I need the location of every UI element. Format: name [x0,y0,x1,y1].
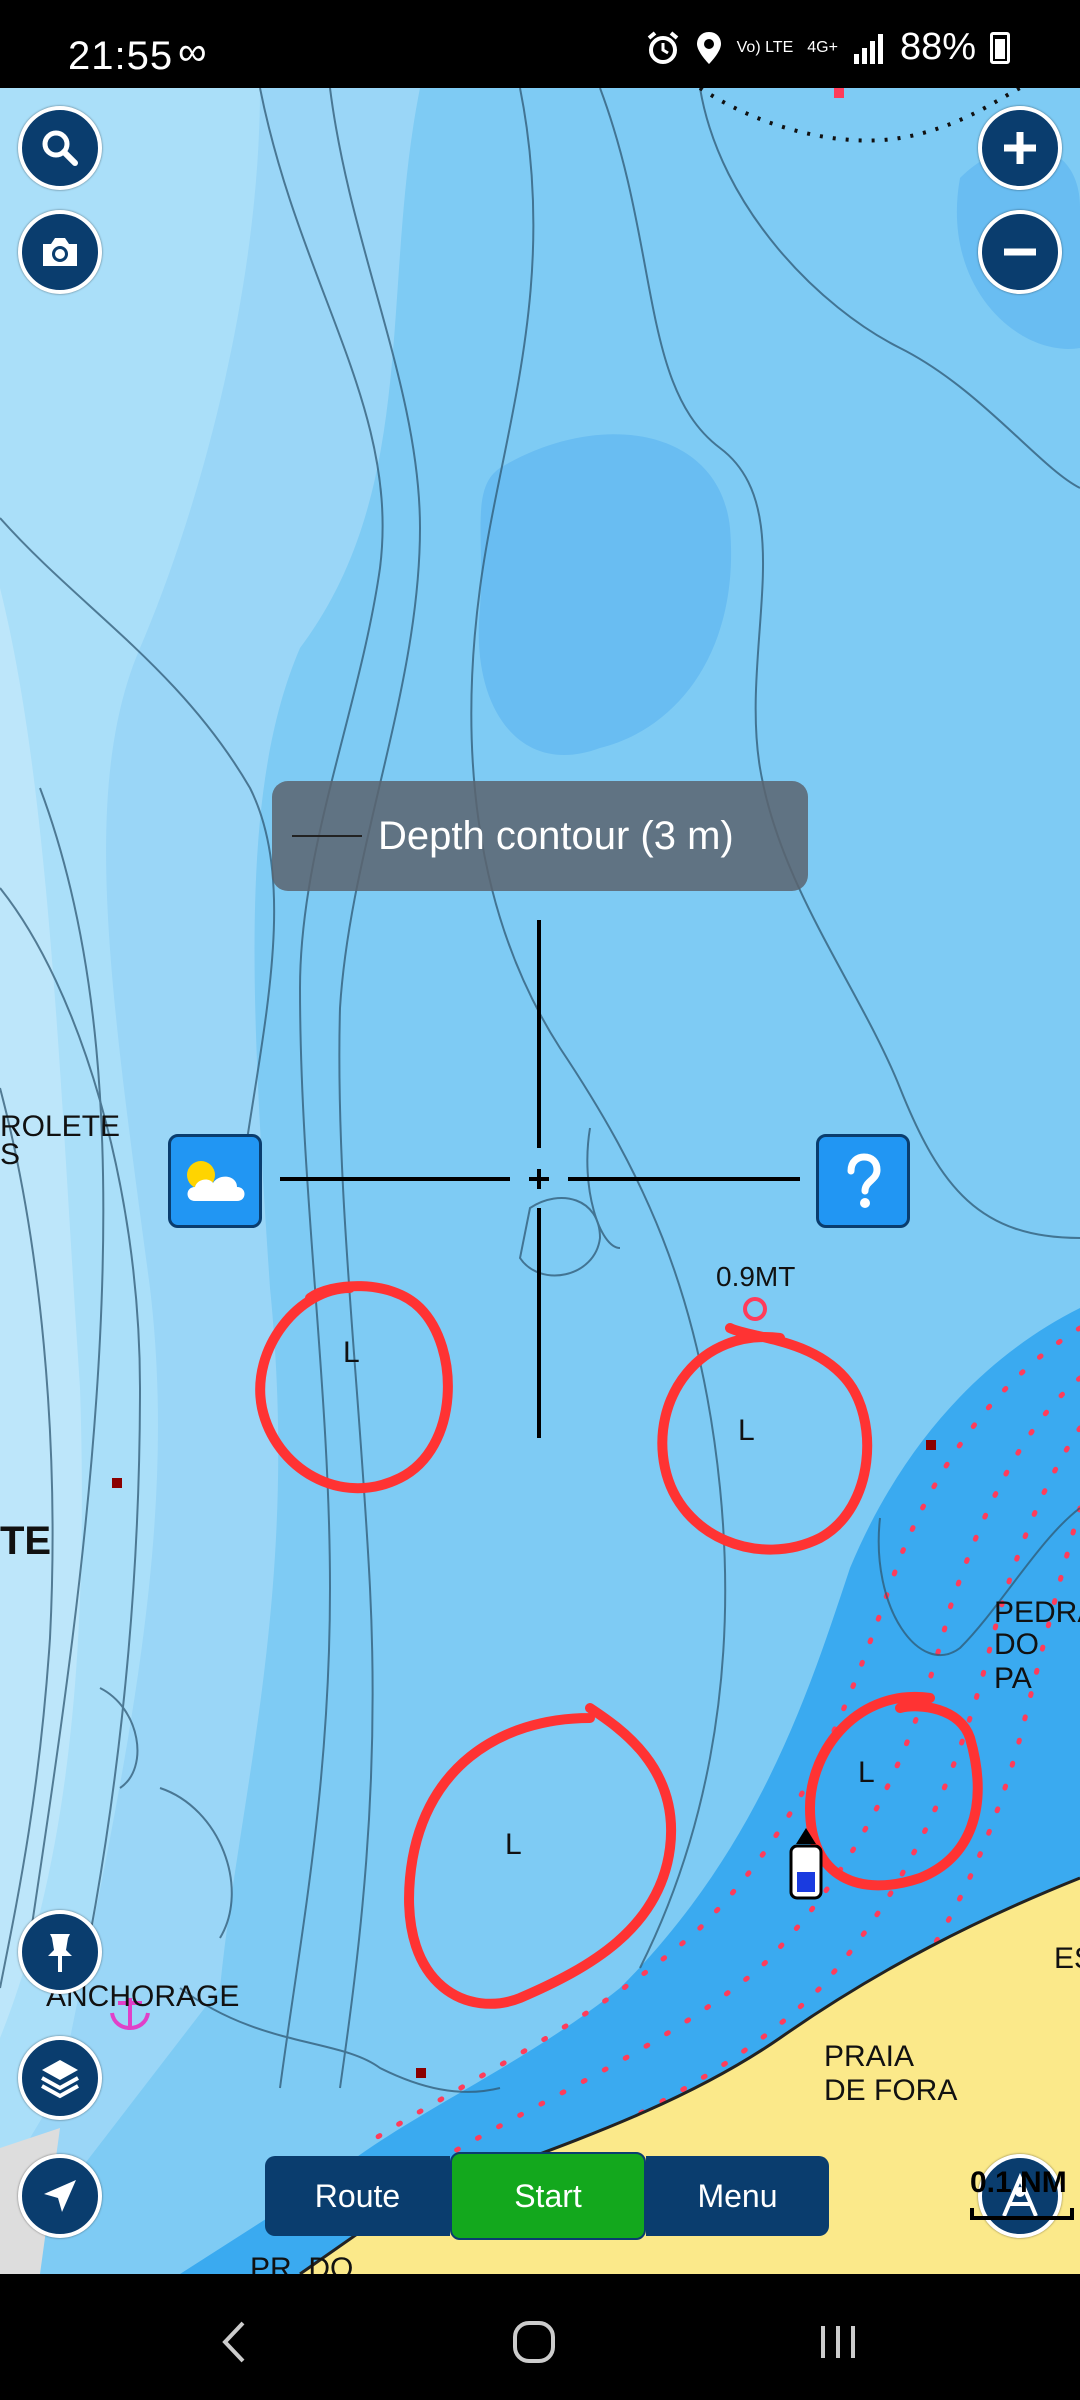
map-label-buoy: 0.9MT [716,1261,796,1292]
map-label-pr-do: PR. DO [250,2252,354,2274]
chart-background [0,88,1080,2274]
map-label-pedra: PEDRA [994,1596,1080,1629]
map-label-do-pa: DO PA [994,1628,1039,1695]
navigation-button[interactable] [18,2154,102,2238]
marker-button[interactable] [18,1910,102,1994]
map-label-l1: L [343,1336,360,1369]
weather-icon [187,1161,245,1201]
search-button[interactable] [18,106,102,190]
back-button[interactable] [204,2312,264,2372]
start-button[interactable]: Start [450,2152,646,2240]
signal-icon [853,33,883,64]
layers-button[interactable] [18,2036,102,2120]
status-icons: Vo) LTE 4G+ 88% [645,26,1010,69]
link-icon: ∞ [178,30,207,74]
zoom-in-button[interactable] [978,106,1062,190]
plus-icon [1004,132,1036,164]
question-icon [847,1153,881,1208]
weather-button[interactable] [168,1134,262,1228]
clock: 21:55 [68,34,174,78]
system-nav-bar [0,2274,1080,2400]
layers-icon [41,2060,79,2099]
battery-percent: 88% [899,26,976,68]
map-label-rolete-sub: S [0,1138,21,1171]
location-icon [696,31,721,64]
scale-bar [970,2208,1074,2220]
status-bar: 21:55 ∞ Vo) LTE 4G+ 88% [0,0,1080,88]
recents-button[interactable] [808,2312,868,2372]
zoom-out-button[interactable] [978,210,1062,294]
screenshot-button[interactable] [18,210,102,294]
contour-line-swatch [292,835,362,837]
recents-icon [821,2326,855,2358]
route-button[interactable]: Route [265,2156,450,2236]
network-type: 4G+ [807,39,838,56]
home-button[interactable] [504,2312,564,2372]
map-label-praia: PRAIA [824,2040,915,2073]
map-label-l4: L [858,1756,875,1789]
navigation-arrow-icon [44,2180,76,2212]
app-screen: 21:55 ∞ Vo) LTE 4G+ 88% ROLETE S TE 0.9M… [0,0,1080,2400]
alarm-icon [647,30,678,64]
minus-icon [1004,248,1036,256]
depth-contour-tooltip[interactable]: Depth contour (3 m) [272,781,808,891]
pin-icon [48,1934,72,1972]
nautical-chart[interactable]: ROLETE S TE 0.9MT L L L L PEDRA DO PA ES… [0,88,1080,2274]
buoy-icon [743,1297,767,1321]
map-label-es: ES [1054,1942,1080,1975]
tooltip-text: Depth contour (3 m) [378,813,734,858]
map-label-de-fora: DE FORA [824,2074,958,2107]
scale-label: 0.1 NM [970,2166,1067,2199]
search-icon [42,130,78,166]
map-label-l2: L [738,1414,755,1447]
bottom-action-bar: Route Start Menu [265,2152,829,2240]
battery-icon [990,31,1010,64]
map-label-l3: L [505,1828,522,1861]
help-button[interactable] [816,1134,910,1228]
home-icon [513,2321,555,2363]
map-label-te: TE [0,1519,52,1563]
camera-icon [43,238,77,266]
menu-button[interactable]: Menu [646,2156,829,2236]
back-chevron-icon [222,2321,245,2363]
volte-icon: Vo) LTE [736,39,794,56]
